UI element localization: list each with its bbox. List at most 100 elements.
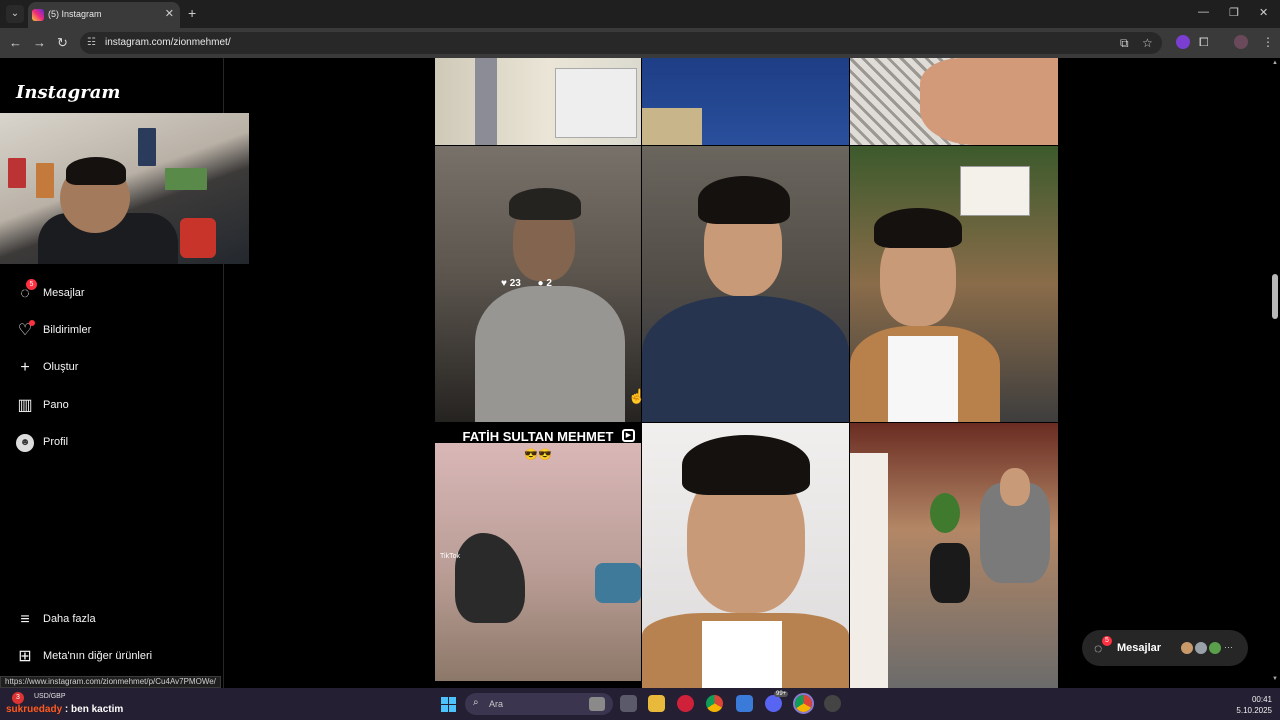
avatar xyxy=(1180,641,1194,655)
more-avatars-icon: ··· xyxy=(1224,642,1233,652)
reel-object xyxy=(595,563,641,603)
file-explorer-icon[interactable] xyxy=(648,695,665,712)
sidebar-item-messages[interactable]: ◌ 5 Mesajlar xyxy=(16,279,216,307)
mouse-cursor-icon: ☝ xyxy=(628,388,646,404)
obs-icon[interactable] xyxy=(824,695,841,712)
taskbar-search[interactable]: ⌕ Ara xyxy=(465,693,613,715)
address-bar[interactable]: ☷ instagram.com/zionmehmet/ ⧉ ☆ xyxy=(80,32,1162,54)
post-shirt xyxy=(702,621,782,688)
extension-icon[interactable] xyxy=(1176,35,1190,49)
post-stats: ♥ 23 ● 2 xyxy=(501,278,552,289)
post-thumbnail[interactable] xyxy=(642,146,849,422)
sidebar-item-more[interactable]: ≡ Daha fazla xyxy=(16,609,216,633)
address-url[interactable]: instagram.com/zionmehmet/ xyxy=(105,37,231,48)
windows-start-icon[interactable] xyxy=(441,697,456,712)
post-thumbnail[interactable] xyxy=(850,423,1058,688)
browser-toolbar: ← → ↻ ☷ instagram.com/zionmehmet/ ⧉ ☆ ⧠ … xyxy=(0,28,1280,58)
dashboard-icon: ▥ xyxy=(17,397,33,414)
post-thumbnail[interactable] xyxy=(642,423,849,688)
bookmark-star-icon[interactable]: ☆ xyxy=(1142,36,1153,50)
sidebar-item-profile[interactable]: ☻ Profil xyxy=(16,432,216,456)
install-app-icon[interactable]: ⧉ xyxy=(1120,36,1129,51)
post-plant xyxy=(930,493,960,533)
reel-icon: ▶ xyxy=(622,429,635,442)
meta-apps-icon: ⊞ xyxy=(18,648,32,665)
profile-icon[interactable] xyxy=(1234,35,1248,49)
wall-poster xyxy=(138,128,156,166)
comment-count: 2 xyxy=(546,278,552,289)
messages-pill-label: Mesajlar xyxy=(1117,642,1162,654)
instagram-logo[interactable]: Instagram xyxy=(16,82,120,103)
sidebar-item-label: Daha fazla xyxy=(43,613,96,625)
post-thumbnail[interactable] xyxy=(435,58,641,145)
sidebar-item-dashboard[interactable]: ▥ Pano xyxy=(16,395,216,419)
post-thumbnail[interactable] xyxy=(850,58,1058,145)
messenger-icon: ◌ xyxy=(1094,640,1103,656)
page-scrollbar[interactable]: ▲ ▼ xyxy=(1270,58,1280,688)
sidebar-item-meta-products[interactable]: ⊞ Meta'nın diğer ürünleri xyxy=(16,646,216,670)
opera-icon[interactable] xyxy=(677,695,694,712)
chat-username: sukruedady xyxy=(6,704,63,715)
streamer-hair xyxy=(66,157,126,185)
browser-menu-icon[interactable]: ⋮ xyxy=(1262,35,1274,49)
stream-chat-line: sukruedady : ben kactim xyxy=(6,704,123,715)
extensions-puzzle-icon[interactable]: ⧠ xyxy=(1199,35,1209,50)
post-thumbnail[interactable] xyxy=(850,146,1058,422)
chrome-active-icon[interactable] xyxy=(793,693,814,714)
comment-icon: ● xyxy=(537,278,544,289)
search-placeholder: Ara xyxy=(489,699,504,709)
scroll-thumb[interactable] xyxy=(1272,274,1278,319)
task-view-icon[interactable] xyxy=(620,695,637,712)
close-window-icon[interactable]: ✕ xyxy=(1259,6,1268,19)
browser-tab-instagram[interactable]: (5) Instagram ✕ xyxy=(28,2,180,28)
post-hair xyxy=(698,176,790,224)
post-thumbnail-hovered[interactable]: ♥ 23 ● 2 xyxy=(435,146,641,422)
discord-icon[interactable] xyxy=(765,695,782,712)
messages-pill-badge: 5 xyxy=(1102,636,1112,646)
sidebar-item-label: Pano xyxy=(43,399,69,411)
windows-taskbar: 3 USD/GBP sukruedady : ben kactim ⌕ Ara … xyxy=(0,688,1280,720)
plus-icon: + xyxy=(20,359,30,376)
site-info-icon[interactable]: ☷ xyxy=(87,37,96,48)
tiktok-watermark: TikTok xyxy=(440,553,460,560)
clock-time: 00:41 xyxy=(1251,695,1272,704)
forward-icon[interactable]: → xyxy=(33,35,46,51)
webcam-overlay xyxy=(0,113,249,264)
notification-dot xyxy=(29,320,35,326)
ticker-badge: 3 xyxy=(12,692,24,704)
post-figure xyxy=(475,58,497,145)
search-highlight-icon xyxy=(589,697,605,711)
sidebar-item-label: Meta'nın diğer ürünleri xyxy=(43,650,153,662)
post-jacket xyxy=(642,296,849,422)
scroll-up-icon[interactable]: ▲ xyxy=(1272,60,1278,66)
instagram-favicon-icon xyxy=(32,9,44,21)
tab-close-icon[interactable]: ✕ xyxy=(165,7,174,20)
chrome-icon[interactable] xyxy=(706,695,723,712)
post-shirt xyxy=(888,336,958,422)
messages-pill[interactable]: ◌ 5 Mesajlar ··· xyxy=(1082,630,1248,666)
wall-poster xyxy=(36,163,54,198)
tab-title: (5) Instagram xyxy=(48,9,102,19)
minimize-icon[interactable]: — xyxy=(1198,6,1209,18)
post-thumbnail[interactable] xyxy=(642,58,849,145)
new-tab-icon[interactable]: + xyxy=(188,5,196,21)
clock-date: 5.10.2025 xyxy=(1236,706,1272,715)
back-icon[interactable]: ← xyxy=(9,35,22,51)
restore-icon[interactable]: ❐ xyxy=(1229,6,1239,19)
sidebar-item-create[interactable]: + Oluştur xyxy=(16,357,216,381)
post-face xyxy=(1000,468,1030,506)
messages-badge: 5 xyxy=(26,279,37,290)
system-clock[interactable]: 00:41 5.10.2025 xyxy=(1236,694,1272,716)
post-sign xyxy=(960,166,1030,216)
sidebar-item-label: Oluştur xyxy=(43,361,79,373)
sidebar-item-notifications[interactable]: ♡ Bildirimler xyxy=(16,320,216,344)
scroll-down-icon[interactable]: ▼ xyxy=(1272,676,1278,682)
avatar xyxy=(1194,641,1208,655)
reload-icon[interactable]: ↻ xyxy=(57,35,68,51)
post-hair xyxy=(874,208,962,248)
profile-post-grid: ♥ 23 ● 2 FATİH SULTAN MEHMET 😎😎 ▶ TikTok xyxy=(435,58,1058,688)
app-icon[interactable] xyxy=(736,695,753,712)
sidebar-item-label: Profil xyxy=(43,436,69,448)
tab-search-icon[interactable]: ⌄ xyxy=(6,5,24,23)
reel-thumbnail[interactable]: FATİH SULTAN MEHMET 😎😎 ▶ TikTok xyxy=(435,423,641,681)
